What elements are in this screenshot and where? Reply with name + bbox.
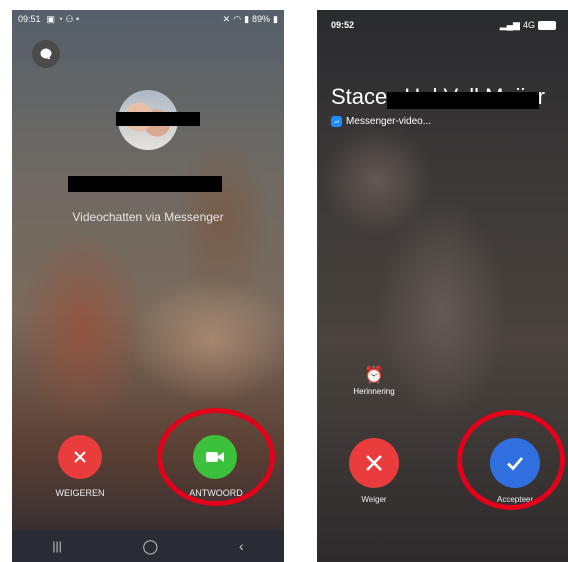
android-nav-bar: ||| ◯ ‹ bbox=[12, 530, 284, 562]
ios-status-bar: 09:52 ▂▄▆ 4G bbox=[317, 16, 568, 34]
signal-icon: ▂▄▆ bbox=[499, 19, 520, 30]
close-icon bbox=[366, 455, 382, 471]
chat-bubble-button[interactable] bbox=[32, 40, 60, 68]
status-icons: ▣ ◔ ⚇ • bbox=[46, 13, 80, 24]
chat-bubble-icon bbox=[40, 48, 52, 60]
android-status-bar: 09:51 ▣ ◔ ⚇ • ✕ ◠ ▮ 89% ▮ bbox=[12, 10, 284, 28]
wifi-icon: ◠ bbox=[233, 13, 242, 24]
redacted-caller-name bbox=[68, 176, 222, 192]
app-line: Messenger-video... bbox=[331, 116, 431, 127]
network-label: 4G bbox=[522, 20, 535, 30]
status-time: 09:51 bbox=[18, 14, 41, 24]
alarm-clock-icon: ⏰ bbox=[364, 367, 384, 384]
signal-icon: ▮ bbox=[244, 13, 250, 24]
recents-nav-button[interactable]: ||| bbox=[52, 539, 61, 553]
redacted-caller-name bbox=[387, 92, 539, 109]
battery-icon: ▮ bbox=[273, 13, 278, 24]
decline-label: WEIGEREN bbox=[55, 488, 105, 498]
back-nav-button[interactable]: ‹ bbox=[239, 538, 244, 554]
battery-icon bbox=[538, 20, 556, 30]
accept-highlight-ring bbox=[457, 410, 565, 510]
decline-button[interactable] bbox=[349, 438, 399, 488]
messenger-icon bbox=[331, 116, 342, 127]
status-time: 09:52 bbox=[331, 20, 355, 30]
battery-percent: 89% bbox=[252, 14, 271, 24]
mute-icon: ✕ bbox=[222, 13, 231, 24]
app-line-text: Messenger-video... bbox=[346, 116, 432, 127]
redacted-caller-top bbox=[116, 112, 200, 126]
answer-highlight-ring bbox=[157, 408, 275, 506]
home-nav-button[interactable]: ◯ bbox=[143, 538, 159, 555]
reminder-label: Herinnering bbox=[353, 387, 395, 396]
reminder-button[interactable]: ⏰ Herinnering bbox=[347, 365, 401, 396]
call-type-subtitle: Videochatten via Messenger bbox=[72, 210, 224, 224]
decline-label: Weiger bbox=[361, 495, 387, 504]
close-icon bbox=[74, 451, 86, 463]
decline-button[interactable] bbox=[58, 435, 102, 479]
